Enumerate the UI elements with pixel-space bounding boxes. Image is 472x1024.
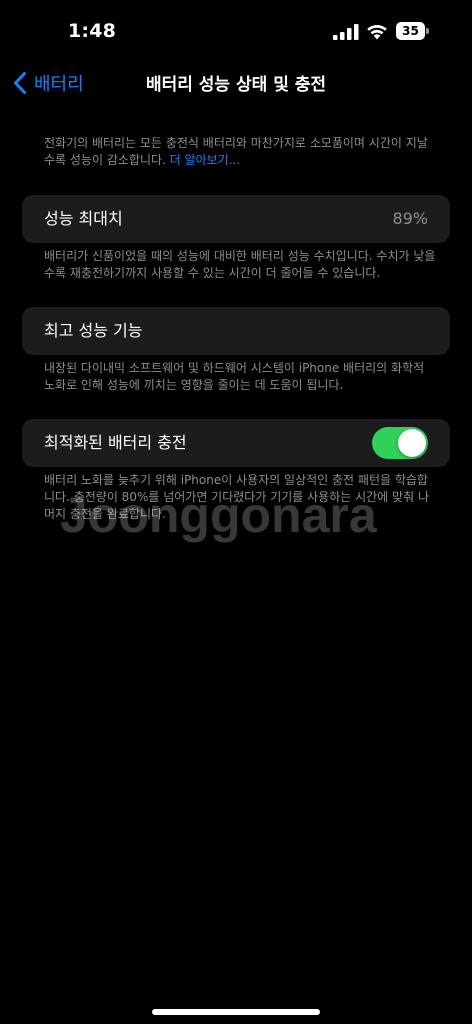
max-capacity-row: 성능 최대치 89% <box>22 195 450 243</box>
intro-description: 전화기의 배터리는 모든 충전식 배터리와 마찬가지로 소모품이며 시간이 지날… <box>44 135 436 169</box>
max-capacity-label: 성능 최대치 <box>44 209 123 228</box>
peak-performance-row: 최고 성능 기능 <box>22 307 450 355</box>
wifi-icon <box>367 24 387 40</box>
max-capacity-value: 89% <box>392 209 428 228</box>
peak-performance-footnote: 내장된 다이내믹 소프트웨어 및 하드웨어 시스템이 iPhone 배터리의 화… <box>44 361 425 392</box>
battery-icon: 35 <box>396 22 430 40</box>
optimized-charging-row: 최적화된 배터리 충전 <box>22 419 450 467</box>
toggle-knob <box>398 429 426 457</box>
optimized-charging-toggle[interactable] <box>372 427 428 459</box>
status-bar: 1:48 35 <box>0 0 472 60</box>
peak-performance-label: 최고 성능 기능 <box>44 321 143 340</box>
navigation-bar: 배터리 배터리 성능 상태 및 충전 <box>0 60 472 106</box>
battery-level: 35 <box>402 24 419 38</box>
optimized-charging-label: 최적화된 배터리 충전 <box>44 433 187 452</box>
optimized-charging-footnote: 배터리 노화를 늦추기 위해 iPhone이 사용자의 일상적인 충전 패턴을 … <box>44 473 429 521</box>
home-indicator[interactable] <box>152 1009 320 1015</box>
page-title: 배터리 성능 상태 및 충전 <box>145 75 327 95</box>
learn-more-link[interactable]: 더 알아보기... <box>170 153 240 167</box>
max-capacity-footnote: 배터리가 신품이었을 때의 성능에 대비한 배터리 성능 수치입니다. 수치가 … <box>44 249 436 280</box>
battery-cap <box>426 28 429 34</box>
cellular-signal-icon <box>333 24 359 40</box>
status-time: 1:48 <box>68 20 117 42</box>
